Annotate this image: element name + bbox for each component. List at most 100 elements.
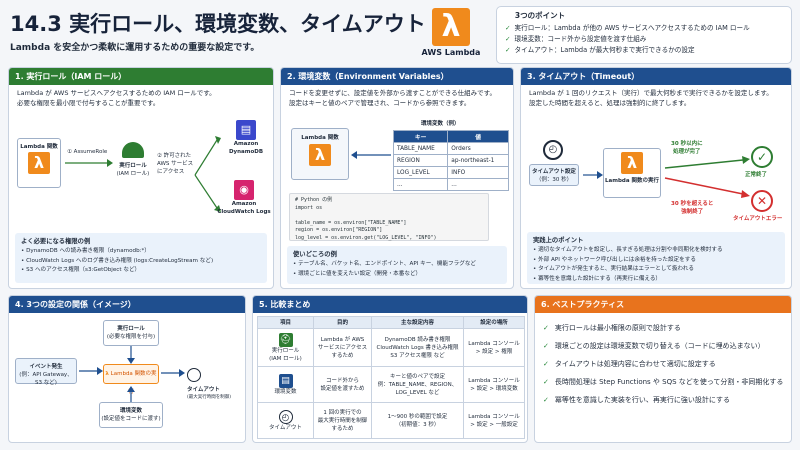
- check-icon: ✓: [505, 46, 511, 54]
- list-item: ✓ 実行ロールは最小権限の原則で設計する: [543, 324, 681, 332]
- role-node: 実行ロール (必要な権限を付与): [103, 320, 159, 346]
- panel-desc: Lambda が 1 回のリクエスト（実行）で最大何秒まで実行できるかを設定しま…: [529, 89, 773, 97]
- error-end-label: タイムアウトエラー: [733, 216, 783, 222]
- list-item: CloudWatch Logs へのログ書き込み権限 (logs:CreateL…: [21, 257, 261, 267]
- table-row: ▤ 環境変数 コード外から 設定値を渡すため キーと値のペアで設定 例：TABLE…: [257, 366, 525, 403]
- key-points-title: 3つのポイント: [514, 11, 566, 20]
- list-item: ✓ 長時間処理は Step Functions や SQS などを使って分割・非同…: [543, 378, 784, 386]
- check-icon: ✓: [543, 396, 549, 404]
- table-row: ◴ タイムアウト 1 回の実行での 最大実行時間を制御 するため 1〜900 秒の…: [257, 402, 525, 439]
- list-item: DynamoDB への読み書き権限（dynamodb:*）: [21, 247, 261, 257]
- timeout-tips-list: 実践上のポイント 適切なタイムアウトを設定し、長すぎる処理は分割や非同期化を検討…: [527, 232, 785, 284]
- execution-role-panel: 1. 実行ロール（IAM ロール） Lambda が AWS サービスへアクセス…: [8, 67, 274, 289]
- timeout-arrow: [583, 171, 603, 179]
- role-permissions-list: よく必要になる権限の例 DynamoDB への読み書き権限（dynamodb:*…: [15, 233, 267, 283]
- comparison-table: 項目 目的 主な設定内容 設定の場所 ⛑ 実行ロール (IAM ロール) Lamb…: [257, 316, 525, 439]
- lambda-icon: λ: [621, 152, 643, 174]
- key-points-box: 3つのポイント ✓ 実行ロール：Lambda が他の AWS サービスへアクセスす…: [496, 6, 792, 64]
- success-icon: ✓: [751, 146, 773, 168]
- env-arrow: [351, 151, 391, 159]
- table-row: TABLE_NAME Orders: [392, 142, 509, 155]
- clock-icon: ◴: [543, 140, 563, 160]
- panel-desc: 設定した時間を超えると、処理は強制的に終了します。: [529, 99, 691, 107]
- role-to-func-arrow: [127, 346, 135, 364]
- success-label: 30 秒以内に 処理が完了: [671, 141, 703, 155]
- table-header: 値: [447, 130, 509, 143]
- python-code-sample: # Python の例 import os table_name = os.en…: [289, 193, 489, 241]
- timeout-label: 30 秒を超えると 強制終了: [671, 201, 714, 215]
- lambda-function-node: λ Lambda 関数の実行: [103, 364, 159, 395]
- success-end-label: 正常終了: [745, 172, 768, 178]
- comparison-panel: 5. 比較まとめ 項目 目的 主な設定内容 設定の場所 ⛑ 実行ロール (IAM …: [252, 295, 528, 443]
- table-row: LOG_LEVEL INFO: [392, 166, 509, 179]
- timeout-panel: 3. タイムアウト（Timeout） Lambda が 1 回のリクエスト（実行…: [520, 67, 792, 289]
- allowed-services-label: ② 許可された AWS サービス にアクセス: [157, 153, 194, 175]
- table-row: ......: [392, 178, 509, 191]
- check-icon: ✓: [505, 24, 511, 32]
- table-header: 主な設定内容: [371, 316, 464, 329]
- execution-role-icon: 実行ロール (IAM ロール): [113, 142, 153, 186]
- cloudwatch-service: ◉ Amazon CloudWatch Logs: [214, 180, 273, 216]
- env-table-title: 環境変数（例）: [421, 121, 460, 127]
- lambda-function-box: λ Lambda 関数の実行: [603, 148, 661, 198]
- panel-header: 5. 比較まとめ: [253, 296, 527, 313]
- page-subtitle: Lambda を安全かつ柔軟に運用するための重要な設定です。: [10, 43, 260, 53]
- event-to-func-arrow: [79, 367, 103, 375]
- panel-header: 6. ベストプラクティス: [535, 296, 791, 313]
- lambda-icon: λ: [105, 371, 109, 377]
- list-item: 外部 API やネットワーク呼び出しには余裕を持った設定をする: [533, 256, 779, 266]
- key-point: ✓ 実行ロール：Lambda が他の AWS サービスへアクセスするための IAM…: [505, 24, 750, 32]
- check-icon: ✓: [505, 35, 511, 43]
- list-item: ✓ 冪等性を意識した実装を行い、再実行に強い設計にする: [543, 396, 730, 404]
- panel-header: 2. 環境変数（Environment Variables）: [281, 68, 513, 85]
- helmet-icon: [122, 142, 144, 158]
- panel-header: 1. 実行ロール（IAM ロール）: [9, 68, 273, 85]
- table-header: 項目: [257, 316, 314, 329]
- lambda-function-box: Lambda 関数 λ: [17, 138, 61, 188]
- env-usage-list: 使いどころの例 テーブル名、バケット名、エンドポイント、API キー、機能フラグ…: [287, 246, 507, 284]
- list-item: 適切なタイムアウトを設定し、長すぎる処理は分割や非同期化を検討する: [533, 246, 779, 256]
- aws-lambda-logo: λ AWS Lambda: [420, 8, 482, 62]
- assume-role-label: ① AssumeRole: [67, 149, 108, 155]
- key-point: ✓ タイムアウト：Lambda が最大何秒まで実行できるかの設定: [505, 46, 695, 54]
- panel-header: 4. 3つの設定の関係（イメージ）: [9, 296, 245, 313]
- dynamodb-service: ▤ Amazon DynamoDB: [221, 120, 271, 156]
- env-icon: ▤: [278, 373, 293, 388]
- check-icon: ✓: [543, 360, 549, 368]
- slide: 14.3 実行ロール、環境変数、タイムアウト Lambda を安全かつ柔軟に運用…: [0, 0, 800, 450]
- list-item: 冪等性を意識した設計にする（再実行に備える）: [533, 275, 779, 285]
- check-icon: ✓: [543, 324, 549, 332]
- table-row: REGION ap-northeast-1: [392, 154, 509, 167]
- assume-role-arrow: [65, 159, 113, 167]
- relationship-panel: 4. 3つの設定の関係（イメージ） 実行ロール (必要な権限を付与) イベント発…: [8, 295, 246, 443]
- table-header: 設定の場所: [463, 316, 525, 329]
- env-to-func-arrow: [127, 386, 135, 402]
- panel-desc: Lambda が AWS サービスへアクセスするための IAM ロールです。: [17, 89, 216, 97]
- logo-label: AWS Lambda: [421, 48, 481, 57]
- list-item: ✓ タイムアウトは処理内容に合わせて適切に設定する: [543, 360, 716, 368]
- table-header: キー: [392, 130, 449, 143]
- clock-icon: [187, 367, 201, 382]
- cloudwatch-icon: ◉: [234, 180, 254, 200]
- dynamodb-icon: ▤: [236, 120, 256, 140]
- list-item: S3 へのアクセス権限（s3:GetObject など）: [21, 266, 261, 276]
- lambda-icon: λ: [28, 152, 50, 174]
- check-icon: ✓: [543, 342, 549, 350]
- event-node: イベント発生 (例：API Gateway、S3 など): [15, 358, 77, 386]
- key-point: ✓ 環境変数：コード外から設定値を渡す仕組み: [505, 35, 647, 43]
- role-icon: ⛑: [278, 332, 293, 347]
- table-header: 目的: [313, 316, 372, 329]
- func-to-timeout-arrow: [161, 369, 185, 377]
- panel-header: 3. タイムアウト（Timeout）: [521, 68, 791, 85]
- list-item: ✓ 環境ごとの設定は環境変数で切り替える（コードに埋め込まない）: [543, 342, 765, 350]
- lambda-icon: λ: [432, 8, 470, 46]
- list-item: タイムアウトが発生すると、実行結果はエラーとして扱われる: [533, 265, 779, 275]
- panel-desc: コードを変更せずに、設定値を外部から渡すことができる仕組みです。: [289, 89, 497, 97]
- timeout-setting-box: タイムアウト設定 （例：30 秒）: [529, 164, 579, 186]
- env-node: 環境変数 (設定値をコードに渡す): [99, 402, 163, 428]
- best-practices-panel: 6. ベストプラクティス ✓ 実行ロールは最小権限の原則で設計する ✓ 環境ごとの設…: [534, 295, 792, 443]
- panel-desc: 設定はキーと値のペアで管理され、コードから参照できます。: [289, 99, 471, 107]
- check-icon: ✓: [543, 378, 549, 386]
- env-vars-panel: 2. 環境変数（Environment Variables） コードを変更せずに…: [280, 67, 514, 289]
- list-item: 環境ごとに値を変えたい設定（開発・本番など）: [293, 270, 501, 280]
